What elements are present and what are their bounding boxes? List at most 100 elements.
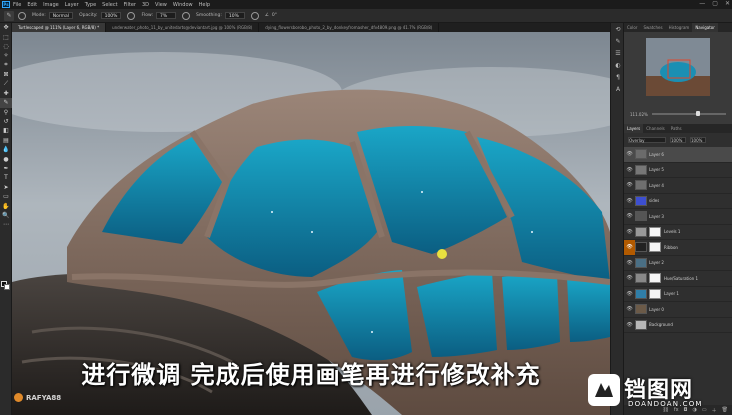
layer-row[interactable]: 👁 Layer 1 — [624, 287, 732, 302]
tab-histogram[interactable]: Histogram — [666, 23, 693, 32]
blend-mode-select[interactable]: Overlay — [628, 137, 666, 143]
properties-icon[interactable]: ☰ — [611, 47, 625, 59]
zoom-value[interactable]: 111.02% — [630, 112, 648, 117]
visibility-eye-icon[interactable]: 👁 — [624, 275, 635, 281]
visibility-eye-icon[interactable]: 👁 — [624, 213, 635, 219]
menu-window[interactable]: Window — [173, 2, 193, 8]
eyedropper-tool-icon[interactable]: ⟋ — [0, 79, 12, 88]
brush-tool-icon[interactable]: ✎ — [0, 98, 12, 108]
minimize-button[interactable]: — — [699, 0, 705, 7]
blur-tool-icon[interactable]: 💧 — [0, 145, 12, 154]
menu-edit[interactable]: Edit — [27, 2, 37, 8]
visibility-eye-icon[interactable]: 👁 — [624, 229, 635, 235]
quick-select-tool-icon[interactable]: ✧ — [0, 51, 12, 60]
character-icon[interactable]: A — [611, 83, 625, 95]
visibility-eye-icon[interactable]: 👁 — [624, 167, 635, 173]
tab-underwater-photo[interactable]: underwater_photo_11_by_unitedarts@devian… — [106, 23, 260, 32]
flow-field[interactable]: 7% — [156, 12, 176, 19]
layer-row[interactable]: 👁 sides — [624, 194, 732, 209]
visibility-eye-icon[interactable]: 👁 — [624, 240, 635, 255]
layer-row[interactable]: 👁 Layer 0 — [624, 302, 732, 318]
photoshop-window: Ps File Edit Image Layer Type Select Fil… — [0, 0, 732, 415]
visibility-eye-icon[interactable]: 👁 — [624, 151, 635, 157]
navigator-thumbnail[interactable] — [646, 38, 710, 96]
layer-mask-thumbnail[interactable] — [649, 226, 661, 237]
shape-tool-icon[interactable]: ▭ — [0, 192, 12, 201]
angle-field[interactable]: 0° — [272, 13, 277, 18]
menu-file[interactable]: File — [13, 2, 21, 8]
adjustments-icon[interactable]: ◐ — [611, 59, 625, 71]
paragraph-icon[interactable]: ¶ — [611, 71, 625, 83]
tab-color[interactable]: Color — [624, 23, 640, 32]
dodge-tool-icon[interactable]: ● — [0, 154, 12, 163]
brush-tool-preset-icon[interactable]: ✎ — [4, 10, 14, 21]
zoom-tool-icon[interactable]: 🔍 — [0, 211, 12, 220]
lasso-tool-icon[interactable]: ◌ — [0, 42, 12, 51]
layer-row[interactable]: 👁 Layer 2 — [624, 256, 732, 271]
tab-navigator[interactable]: Navigator — [692, 23, 718, 32]
crop-tool-icon[interactable]: ⌗ — [0, 61, 12, 70]
brush-settings-icon[interactable]: ✎ — [611, 35, 625, 47]
frame-tool-icon[interactable]: ⊠ — [0, 70, 12, 79]
layer-row[interactable]: 👁 Levels 1 — [624, 225, 732, 240]
tab-channels[interactable]: Channels — [643, 124, 668, 133]
clone-stamp-tool-icon[interactable]: ⚲ — [0, 108, 12, 117]
smoothing-settings-icon[interactable] — [250, 11, 259, 20]
visibility-eye-icon[interactable]: 👁 — [624, 260, 635, 266]
menu-help[interactable]: Help — [199, 2, 210, 8]
eraser-tool-icon[interactable]: ◧ — [0, 126, 12, 135]
tab-dying-flowers[interactable]: dying_flowersborobo_photo_2_by_donkeyfro… — [259, 23, 440, 32]
move-tool-icon[interactable]: ✥ — [0, 23, 12, 32]
menu-view[interactable]: View — [155, 2, 167, 8]
pressure-opacity-icon[interactable] — [127, 11, 136, 20]
menu-image[interactable]: Image — [43, 2, 59, 8]
layer-mask-thumbnail[interactable] — [649, 288, 661, 299]
mode-select[interactable]: Normal — [48, 12, 74, 19]
tab-layers[interactable]: Layers — [624, 124, 644, 133]
airbrush-icon[interactable] — [182, 11, 190, 20]
path-select-tool-icon[interactable]: ➤ — [0, 183, 12, 192]
visibility-eye-icon[interactable]: 👁 — [624, 291, 635, 297]
visibility-eye-icon[interactable]: 👁 — [624, 182, 635, 188]
tab-paths[interactable]: Paths — [668, 124, 685, 133]
gradient-tool-icon[interactable]: ▤ — [0, 136, 12, 145]
background-color-swatch[interactable] — [4, 284, 10, 290]
visibility-eye-icon[interactable]: 👁 — [624, 198, 635, 204]
visibility-eye-icon[interactable]: 👁 — [624, 322, 635, 328]
layer-row[interactable]: 👁 Ribbon — [624, 240, 732, 256]
tab-swatches[interactable]: Swatches — [640, 23, 665, 32]
layer-row[interactable]: 👁 Layer 3 — [624, 209, 732, 225]
healing-brush-tool-icon[interactable]: ✚ — [0, 89, 12, 98]
layer-opacity-field[interactable]: 100% — [670, 137, 686, 143]
smoothing-field[interactable]: 10% — [224, 12, 245, 19]
brush-size-icon[interactable] — [18, 11, 26, 20]
menu-filter[interactable]: Filter — [124, 2, 136, 8]
document-tabs: Turtlescaped @ 111% (Layer 6, RGB/8) * u… — [12, 23, 610, 32]
layer-row[interactable]: 👁 Layer 6 — [624, 147, 732, 163]
close-button[interactable]: ✕ — [725, 0, 730, 7]
history-brush-tool-icon[interactable]: ↺ — [0, 117, 12, 126]
layer-row[interactable]: 👁 Layer 5 — [624, 163, 732, 178]
layer-fill-field[interactable]: 100% — [690, 137, 706, 143]
menu-3d[interactable]: 3D — [142, 2, 149, 8]
layer-mask-thumbnail[interactable] — [649, 242, 661, 253]
maximize-button[interactable]: ▢ — [712, 0, 718, 7]
marquee-tool-icon[interactable]: ⬚ — [0, 32, 12, 41]
menu-select[interactable]: Select — [102, 2, 117, 8]
layer-row[interactable]: 👁 Layer 4 — [624, 178, 732, 194]
tab-turtlescaped[interactable]: Turtlescaped @ 111% (Layer 6, RGB/8) * — [12, 23, 107, 32]
layer-row[interactable]: 👁 Hue/Saturation 1 — [624, 271, 732, 287]
zoom-slider-knob[interactable] — [696, 111, 701, 117]
opacity-field[interactable]: 100% — [100, 12, 122, 19]
layer-row[interactable]: 👁 Background — [624, 318, 732, 333]
visibility-eye-icon[interactable]: 👁 — [624, 306, 635, 312]
layer-mask-thumbnail[interactable] — [649, 273, 661, 284]
type-tool-icon[interactable]: T — [0, 173, 12, 182]
zoom-slider[interactable] — [651, 111, 726, 117]
menu-type[interactable]: Type — [85, 2, 96, 8]
pen-tool-icon[interactable]: ✒ — [0, 164, 12, 173]
menu-layer[interactable]: Layer — [65, 2, 79, 8]
history-icon[interactable]: ⟲ — [611, 23, 625, 35]
more-tools-icon[interactable]: ⋯ — [0, 220, 12, 229]
hand-tool-icon[interactable]: ✋ — [0, 201, 12, 210]
